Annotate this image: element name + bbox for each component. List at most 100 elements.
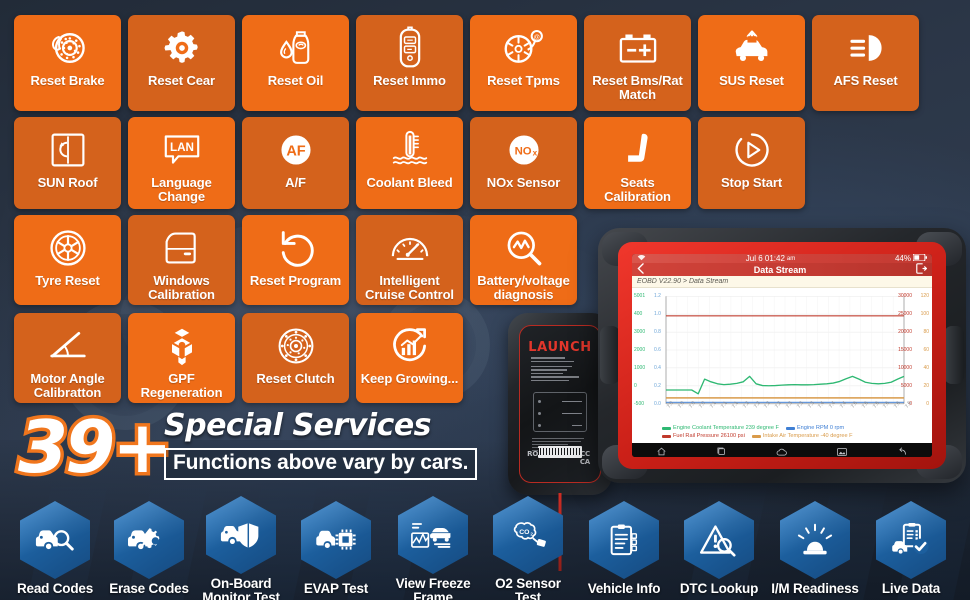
service-tile-label: NOx Sensor	[486, 175, 561, 190]
speedometer-icon	[356, 222, 463, 274]
legend-label: Fuel Rail Pressure 26100 psi	[673, 433, 745, 439]
service-tile-sun-roof[interactable]: SUN Roof	[14, 117, 121, 209]
car-shield-icon	[206, 496, 276, 574]
tablet-grip-left	[600, 326, 620, 384]
service-tile-coolant-bleed[interactable]: Coolant Bleed	[356, 117, 463, 209]
y-axis-left-outer-tick: -500	[634, 400, 645, 407]
service-tile-intelligent-cruise-control[interactable]: Intelligent Cruise Control	[356, 215, 463, 305]
service-tile-reset-brake[interactable]: Reset Brake	[14, 15, 121, 111]
gear-icon	[128, 22, 235, 74]
exit-icon[interactable]	[916, 263, 928, 276]
obd-function-read-codes[interactable]: Read Codes	[9, 501, 101, 596]
service-tile-afs-reset[interactable]: AFS Reset	[812, 15, 919, 111]
y-axis-left-inner-tick: 0.2	[654, 382, 661, 389]
y-axis-left-outer-tick: 400	[634, 311, 643, 318]
service-tile-reset-oil[interactable]: Reset Oil	[242, 15, 349, 111]
service-tile-reset-bms-rat-match[interactable]: Reset Bms/Rat Match	[584, 15, 691, 111]
title-bar: Data Stream	[632, 263, 932, 276]
service-tile-sus-reset[interactable]: SUS Reset	[698, 15, 805, 111]
service-tile-label: Reset Brake	[30, 73, 105, 88]
sunroof-icon	[14, 124, 121, 176]
obd-function-label: I/M Readiness	[771, 581, 859, 596]
svg-text:CO: CO	[519, 529, 530, 536]
service-tile-motor-angle-calibratton[interactable]: Motor Angle Calibratton	[14, 313, 121, 403]
obd-function-erase-codes[interactable]: Erase Codes	[103, 501, 195, 596]
suspension-car-icon	[698, 22, 805, 74]
legend-item: Intake Air Temperature -40 degree F	[751, 433, 853, 439]
promo-banner-stage: Reset Brake Reset Cear Reset Oil Reset Immo…	[0, 0, 970, 600]
obd-function-evap-test[interactable]: EVAP Test	[290, 501, 382, 596]
breadcrumb: EOBD V22.90 > Data Stream	[632, 276, 932, 288]
obd-function-view-freeze-frame[interactable]: View Freeze Frame	[387, 496, 479, 600]
service-tile-reset-cear[interactable]: Reset Cear	[128, 15, 235, 111]
vci-port-box	[533, 392, 587, 432]
car-gear-icon	[114, 501, 184, 579]
obd-function-o2-sensor-test[interactable]: CO 2 O2 Sensor Test	[482, 496, 574, 600]
obd-function-vehicle-info[interactable]: Vehicle Info	[578, 501, 670, 596]
service-tile-reset-clutch[interactable]: Reset Clutch	[242, 313, 349, 403]
service-tile-nox-sensor[interactable]: NO x NOx Sensor	[470, 117, 577, 209]
y-axis-left-inner-tick: 0.8	[654, 329, 661, 336]
svg-text:NO: NO	[514, 146, 531, 158]
clipboard-icon	[589, 501, 659, 579]
legend-item: Fuel Rail Pressure 26100 psi	[662, 433, 745, 439]
service-tile-label: Keep Growing...	[360, 371, 459, 386]
cube-particles-icon	[128, 320, 235, 372]
chart-legend: Engine Coolant Temperature 239 degree F E…	[662, 425, 926, 439]
obd-function-on-board-monitor-test[interactable]: On-Board Monitor Test	[195, 496, 287, 600]
service-tile-reset-tpms[interactable]: @ Reset Tpms	[470, 15, 577, 111]
service-tile-label: Reset Clutch	[256, 371, 335, 386]
obd-function-label: DTC Lookup	[679, 581, 759, 596]
obd-function-label: EVAP Test	[303, 581, 369, 596]
service-tile-keep-growing[interactable]: Keep Growing...	[356, 313, 463, 403]
service-tile-seats-calibration[interactable]: Seats Calibration	[584, 117, 691, 209]
obd-function-i-m-readiness[interactable]: I/M Readiness	[769, 501, 861, 596]
key-fob-icon	[356, 22, 463, 74]
service-tile-tyre-reset[interactable]: Tyre Reset	[14, 215, 121, 305]
svg-text:AF: AF	[286, 143, 305, 159]
obd-function-label: O2 Sensor Test	[495, 576, 561, 600]
service-tile-windows-calibration[interactable]: Windows Calibration	[128, 215, 235, 305]
service-tile-battery-voltage-diagnosis[interactable]: Battery/voltage diagnosis	[470, 215, 577, 305]
clutch-disc-icon	[242, 320, 349, 372]
legend-swatch	[785, 426, 795, 430]
back-chevron-icon[interactable]	[637, 263, 644, 276]
y-axis-left-inner-tick: 0.6	[654, 347, 661, 353]
y-axis-right-inner-tick: 60	[923, 347, 929, 353]
obd-function-label: On-Board Monitor Test	[202, 576, 280, 600]
y-axis-left-inner-tick: 0.4	[654, 364, 661, 371]
service-tile-gpf-regeneration[interactable]: GPF Regeneration	[128, 313, 235, 403]
legend-swatch	[662, 426, 671, 430]
diagnostic-tablet: Jul 6 01:42 am 44% Data Stream EOBD V22.…	[598, 228, 966, 483]
lan-bubble-icon: LAN	[128, 124, 235, 176]
service-tile-reset-immo[interactable]: Reset Immo	[356, 15, 463, 111]
y-axis-left-outer-tick: 3000	[634, 329, 646, 336]
vci-face: LAUNCH ROHS UK CE FCC CA	[519, 325, 601, 483]
tablet-screen[interactable]: Jul 6 01:42 am 44% Data Stream EOBD V22.…	[632, 254, 932, 457]
banner-note: Functions above vary by cars.	[164, 448, 478, 480]
service-tile-label: Reset Bms/Rat Match	[592, 73, 683, 102]
y-axis-right-inner-tick: 0	[926, 400, 929, 407]
wifi-icon	[637, 254, 646, 263]
service-tile-language-change[interactable]: LAN Language Change	[128, 117, 235, 209]
legend-label: Engine Coolant Temperature 239 degree F	[673, 425, 779, 431]
battery-icon	[912, 254, 927, 263]
svg-text:LAN: LAN	[169, 141, 193, 154]
service-tile-reset-program[interactable]: Reset Program	[242, 215, 349, 305]
service-tile-label: Stop Start	[720, 175, 783, 190]
obd-function-label: Vehicle Info	[587, 581, 661, 596]
y-axis-left-inner-tick: 1.2	[654, 293, 661, 300]
obd-function-dtc-lookup[interactable]: DTC Lookup	[673, 501, 765, 596]
status-time: Jul 6 01:42	[745, 254, 785, 263]
data-stream-chart[interactable]: 5001 1.2 30000 120 400 1.0 25000 100 3000 0.8 2000…	[632, 288, 932, 443]
obd-function-label: Read Codes	[16, 581, 94, 596]
y-axis-right-outer-tick: 5000	[900, 382, 912, 389]
service-tile-a-f[interactable]: AF A/F	[242, 117, 349, 209]
services-count: 39+	[15, 402, 177, 493]
tablet-grip-right	[944, 326, 964, 384]
af-circle-icon: AF	[242, 124, 349, 176]
y-axis-left-inner-tick: 1.0	[654, 311, 661, 318]
obd-function-live-data[interactable]: Live Data	[865, 501, 957, 596]
y-axis-right-outer-tick: 10000	[898, 364, 912, 371]
service-tile-stop-start[interactable]: Stop Start	[698, 117, 805, 209]
